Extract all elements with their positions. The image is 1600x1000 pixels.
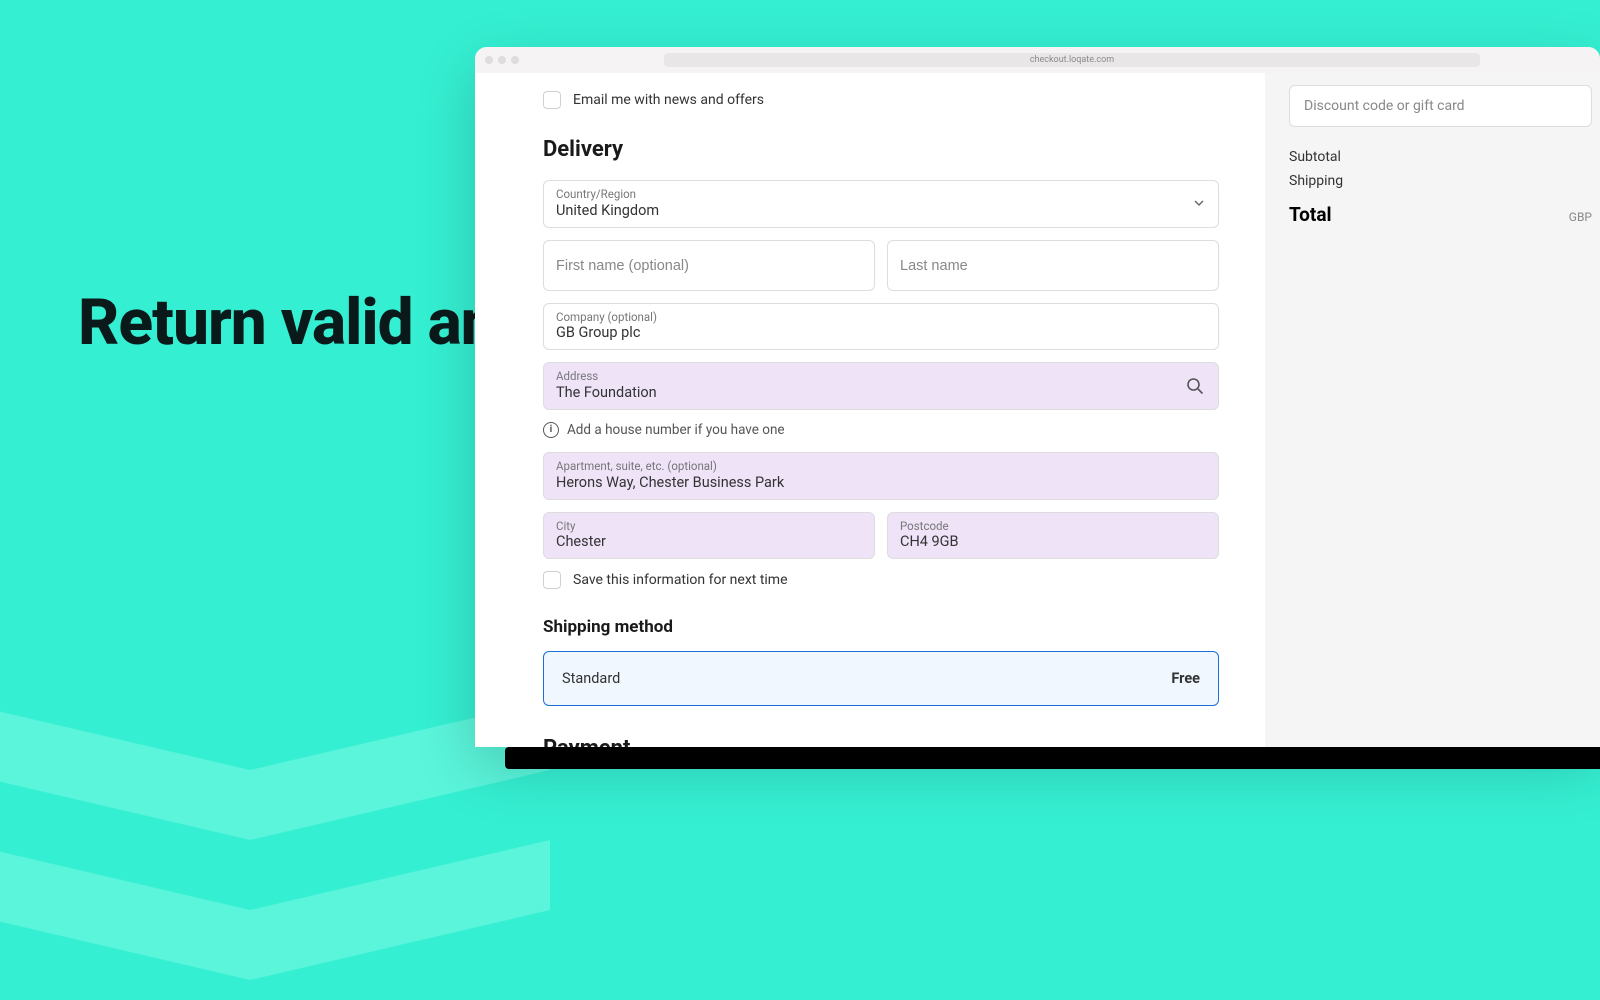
browser-window: checkout.loqate.com Email me with news a… <box>475 47 1600 747</box>
postcode-label: Postcode <box>900 520 1206 534</box>
save-info-row[interactable]: Save this information for next time <box>543 571 1219 589</box>
country-label: Country/Region <box>556 188 1206 202</box>
company-label: Company (optional) <box>556 311 1206 325</box>
city-value[interactable]: Chester <box>556 533 862 552</box>
apartment-label: Apartment, suite, etc. (optional) <box>556 460 1206 474</box>
shipping-option-name: Standard <box>562 670 620 687</box>
url-bar[interactable]: checkout.loqate.com <box>664 53 1480 67</box>
shipping-option-standard[interactable]: Standard Free <box>543 651 1219 706</box>
shipping-label: Shipping <box>1289 173 1343 189</box>
info-icon: i <box>543 422 559 438</box>
city-field[interactable]: City Chester <box>543 512 875 560</box>
email-news-checkbox[interactable] <box>543 91 561 109</box>
decorative-shadow <box>505 747 1600 769</box>
decorative-chevrons <box>0 500 550 1000</box>
total-label: Total <box>1289 203 1332 226</box>
last-name-field[interactable] <box>887 240 1219 291</box>
chevron-down-icon <box>1194 198 1204 208</box>
address-label: Address <box>556 370 1206 384</box>
country-value: United Kingdom <box>556 202 1206 221</box>
subtotal-label: Subtotal <box>1289 149 1341 165</box>
address-hint: i Add a house number if you have one <box>543 422 1219 438</box>
search-icon[interactable] <box>1186 377 1204 395</box>
address-field[interactable]: Address The Foundation <box>543 362 1219 410</box>
checkout-form: Email me with news and offers Delivery C… <box>475 73 1265 747</box>
address-value[interactable]: The Foundation <box>556 384 1206 403</box>
apartment-field[interactable]: Apartment, suite, etc. (optional) Herons… <box>543 452 1219 500</box>
city-label: City <box>556 520 862 534</box>
payment-heading: Payment <box>543 736 1219 747</box>
browser-chrome: checkout.loqate.com <box>475 47 1600 73</box>
total-currency: GBP <box>1569 210 1592 224</box>
postcode-field[interactable]: Postcode CH4 9GB <box>887 512 1219 560</box>
postcode-value[interactable]: CH4 9GB <box>900 533 1206 552</box>
email-news-row[interactable]: Email me with news and offers <box>543 91 1219 109</box>
apartment-value[interactable]: Herons Way, Chester Business Park <box>556 474 1206 493</box>
save-info-checkbox[interactable] <box>543 571 561 589</box>
shipping-method-heading: Shipping method <box>543 617 1219 637</box>
traffic-light-max[interactable] <box>511 56 519 64</box>
order-summary: Discount code or gift card Subtotal Ship… <box>1265 73 1600 747</box>
country-select[interactable]: Country/Region United Kingdom <box>543 180 1219 228</box>
discount-input[interactable]: Discount code or gift card <box>1289 85 1592 127</box>
save-info-label: Save this information for next time <box>573 572 788 588</box>
email-news-label: Email me with news and offers <box>573 92 764 108</box>
last-name-input[interactable] <box>900 248 1206 284</box>
traffic-light-min[interactable] <box>498 56 506 64</box>
delivery-heading: Delivery <box>543 137 1219 162</box>
address-hint-text: Add a house number if you have one <box>567 422 785 438</box>
company-field[interactable]: Company (optional) GB Group plc <box>543 303 1219 351</box>
first-name-field[interactable] <box>543 240 875 291</box>
traffic-light-close[interactable] <box>485 56 493 64</box>
shipping-option-price: Free <box>1171 670 1200 687</box>
first-name-input[interactable] <box>556 248 862 284</box>
company-value[interactable]: GB Group plc <box>556 324 1206 343</box>
